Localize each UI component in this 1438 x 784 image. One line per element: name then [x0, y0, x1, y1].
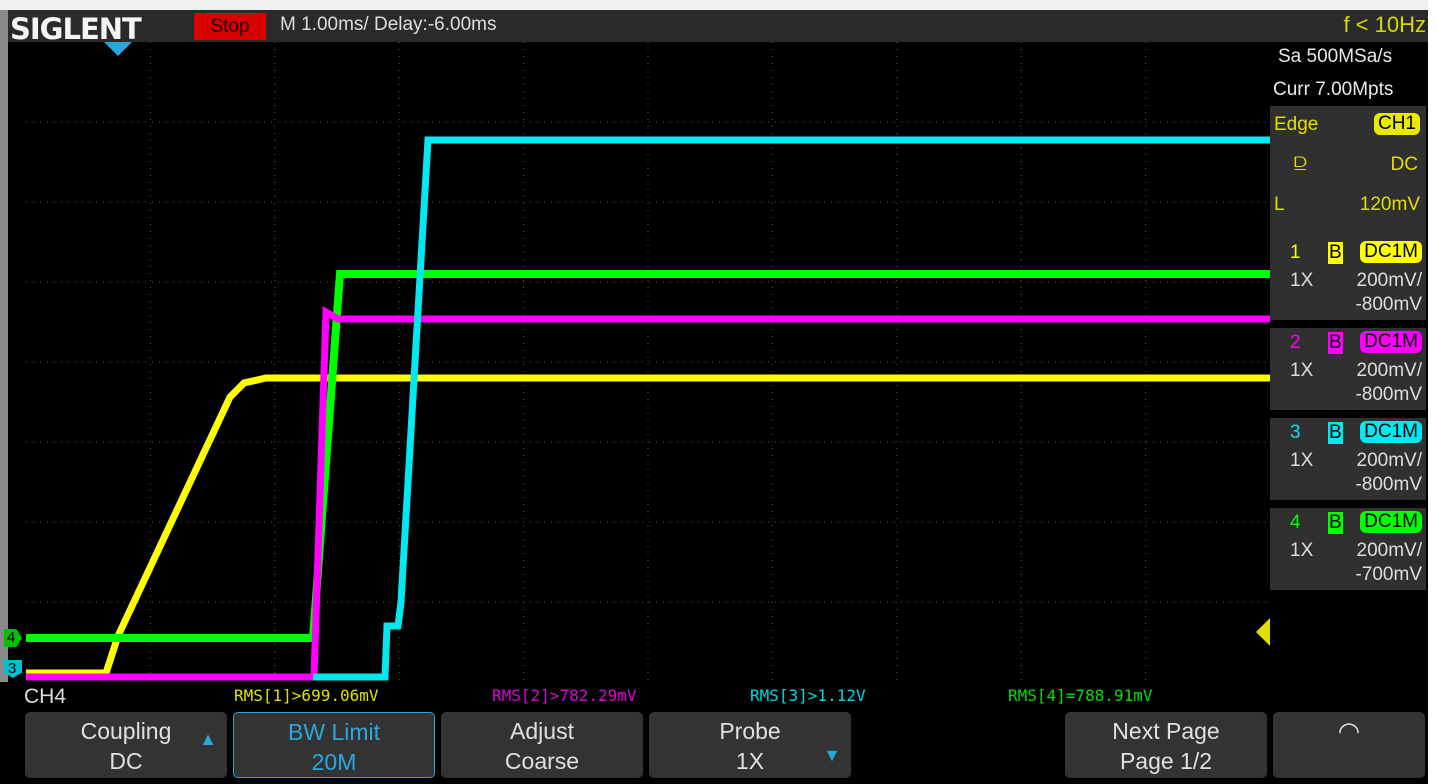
bw-limit-indicator: B: [1328, 332, 1343, 354]
button-value: 1X: [735, 748, 765, 774]
vertical-scale: 200mV/: [1356, 540, 1422, 561]
vertical-offset: -700mV: [1355, 564, 1422, 585]
measurement-rms3: RMS[3]>1.12V: [750, 686, 866, 705]
trigger-source-badge: CH1: [1373, 113, 1420, 135]
button-label: Adjust: [510, 718, 574, 744]
vertical-scale: 200mV/: [1356, 360, 1422, 381]
trigger-level-label: L: [1274, 194, 1285, 215]
vertical-scale: 200mV/: [1356, 270, 1422, 291]
channel-2-panel[interactable]: 2 B DC1M 1X 200mV/ -800mV: [1270, 328, 1426, 410]
vertical-offset: -800mV: [1355, 474, 1422, 495]
window-right-edge: [1428, 0, 1438, 784]
trigger-coupling: DC: [1390, 154, 1418, 175]
bw-limit-button[interactable]: BW Limit 20M: [233, 712, 435, 778]
bw-limit-indicator: B: [1328, 512, 1343, 534]
measurement-rms4: RMS[4]=788.91mV: [1008, 686, 1153, 705]
probe-attenuation: 1X: [1290, 360, 1314, 381]
timebase-readout[interactable]: M 1.00ms/ Delay:-6.00ms: [280, 14, 496, 36]
button-label: Coupling: [80, 718, 172, 744]
vertical-offset: -800mV: [1355, 384, 1422, 405]
channel-3-panel[interactable]: 3 B DC1M 1X 200mV/ -800mV: [1270, 418, 1426, 500]
channel-coupling-badge: DC1M: [1360, 511, 1422, 533]
sample-rate: Sa 500MSa/s: [1278, 46, 1393, 67]
ch4-offset-marker[interactable]: 4: [4, 629, 22, 647]
ch2-trace: [26, 306, 1270, 681]
trigger-level: 120mV: [1359, 194, 1420, 215]
ch3-trace: [313, 136, 1270, 681]
trigger-position-marker-icon[interactable]: [104, 42, 132, 56]
channel-coupling-badge: DC1M: [1360, 241, 1422, 263]
channel-1-panel[interactable]: 1 B DC1M 1X 200mV/ -800mV: [1270, 238, 1426, 320]
waveform-display[interactable]: [26, 42, 1270, 682]
coupling-button[interactable]: Coupling DC ▲: [25, 712, 227, 778]
button-value: Coarse: [504, 748, 580, 774]
channel-4-panel[interactable]: 4 B DC1M 1X 200mV/ -700mV: [1270, 508, 1426, 590]
adjust-button[interactable]: Adjust Coarse: [441, 712, 643, 778]
rising-edge-icon: ⫒: [1294, 150, 1307, 175]
arrow-up-icon: ▲: [199, 729, 217, 749]
wifi-icon: ◠: [1337, 716, 1361, 746]
arrow-down-icon: ▼: [823, 745, 841, 765]
trigger-type: Edge: [1274, 114, 1319, 135]
vertical-scale: 200mV/: [1356, 450, 1422, 471]
channel-number: 1: [1290, 242, 1301, 263]
button-value: 20M: [311, 749, 357, 775]
button-label: BW Limit: [288, 719, 380, 745]
channel-coupling-badge: DC1M: [1360, 421, 1422, 443]
vertical-offset: -800mV: [1355, 294, 1422, 315]
trigger-frequency: f < 10Hz: [1343, 12, 1426, 37]
bw-limit-indicator: B: [1328, 242, 1343, 264]
button-label: Probe: [719, 718, 781, 744]
brand-logo: SIGLENT: [10, 12, 142, 46]
memory-depth: Curr 7.00Mpts: [1273, 79, 1394, 100]
right-info-panel: Sa 500MSa/s Curr 7.00Mpts Edge CH1 ⫒ DC …: [1270, 42, 1426, 592]
button-label: Next Page: [1112, 718, 1220, 744]
next-page-button[interactable]: Next Page Page 1/2: [1065, 712, 1267, 778]
channel-number: 4: [1290, 512, 1301, 533]
bw-limit-indicator: B: [1328, 422, 1343, 444]
probe-attenuation: 1X: [1290, 540, 1314, 561]
channel-coupling-badge: DC1M: [1360, 331, 1422, 353]
probe-attenuation: 1X: [1290, 450, 1314, 471]
measurement-rms2: RMS[2]>782.29mV: [492, 686, 637, 705]
probe-attenuation: 1X: [1290, 270, 1314, 291]
measurement-rms1: RMS[1]>699.06mV: [234, 686, 379, 705]
button-value: DC: [109, 748, 143, 774]
channel-number: 2: [1290, 332, 1301, 353]
trigger-level-marker-icon[interactable]: [1256, 618, 1270, 646]
run-state-badge[interactable]: Stop: [194, 13, 266, 40]
button-value: Page 1/2: [1119, 748, 1213, 774]
probe-button[interactable]: Probe 1X ▼: [649, 712, 851, 778]
wifi-status[interactable]: ◠: [1273, 712, 1425, 778]
channel-number: 3: [1290, 422, 1301, 443]
window-top-strip: [0, 0, 1438, 10]
active-channel-label: CH4: [24, 685, 67, 708]
